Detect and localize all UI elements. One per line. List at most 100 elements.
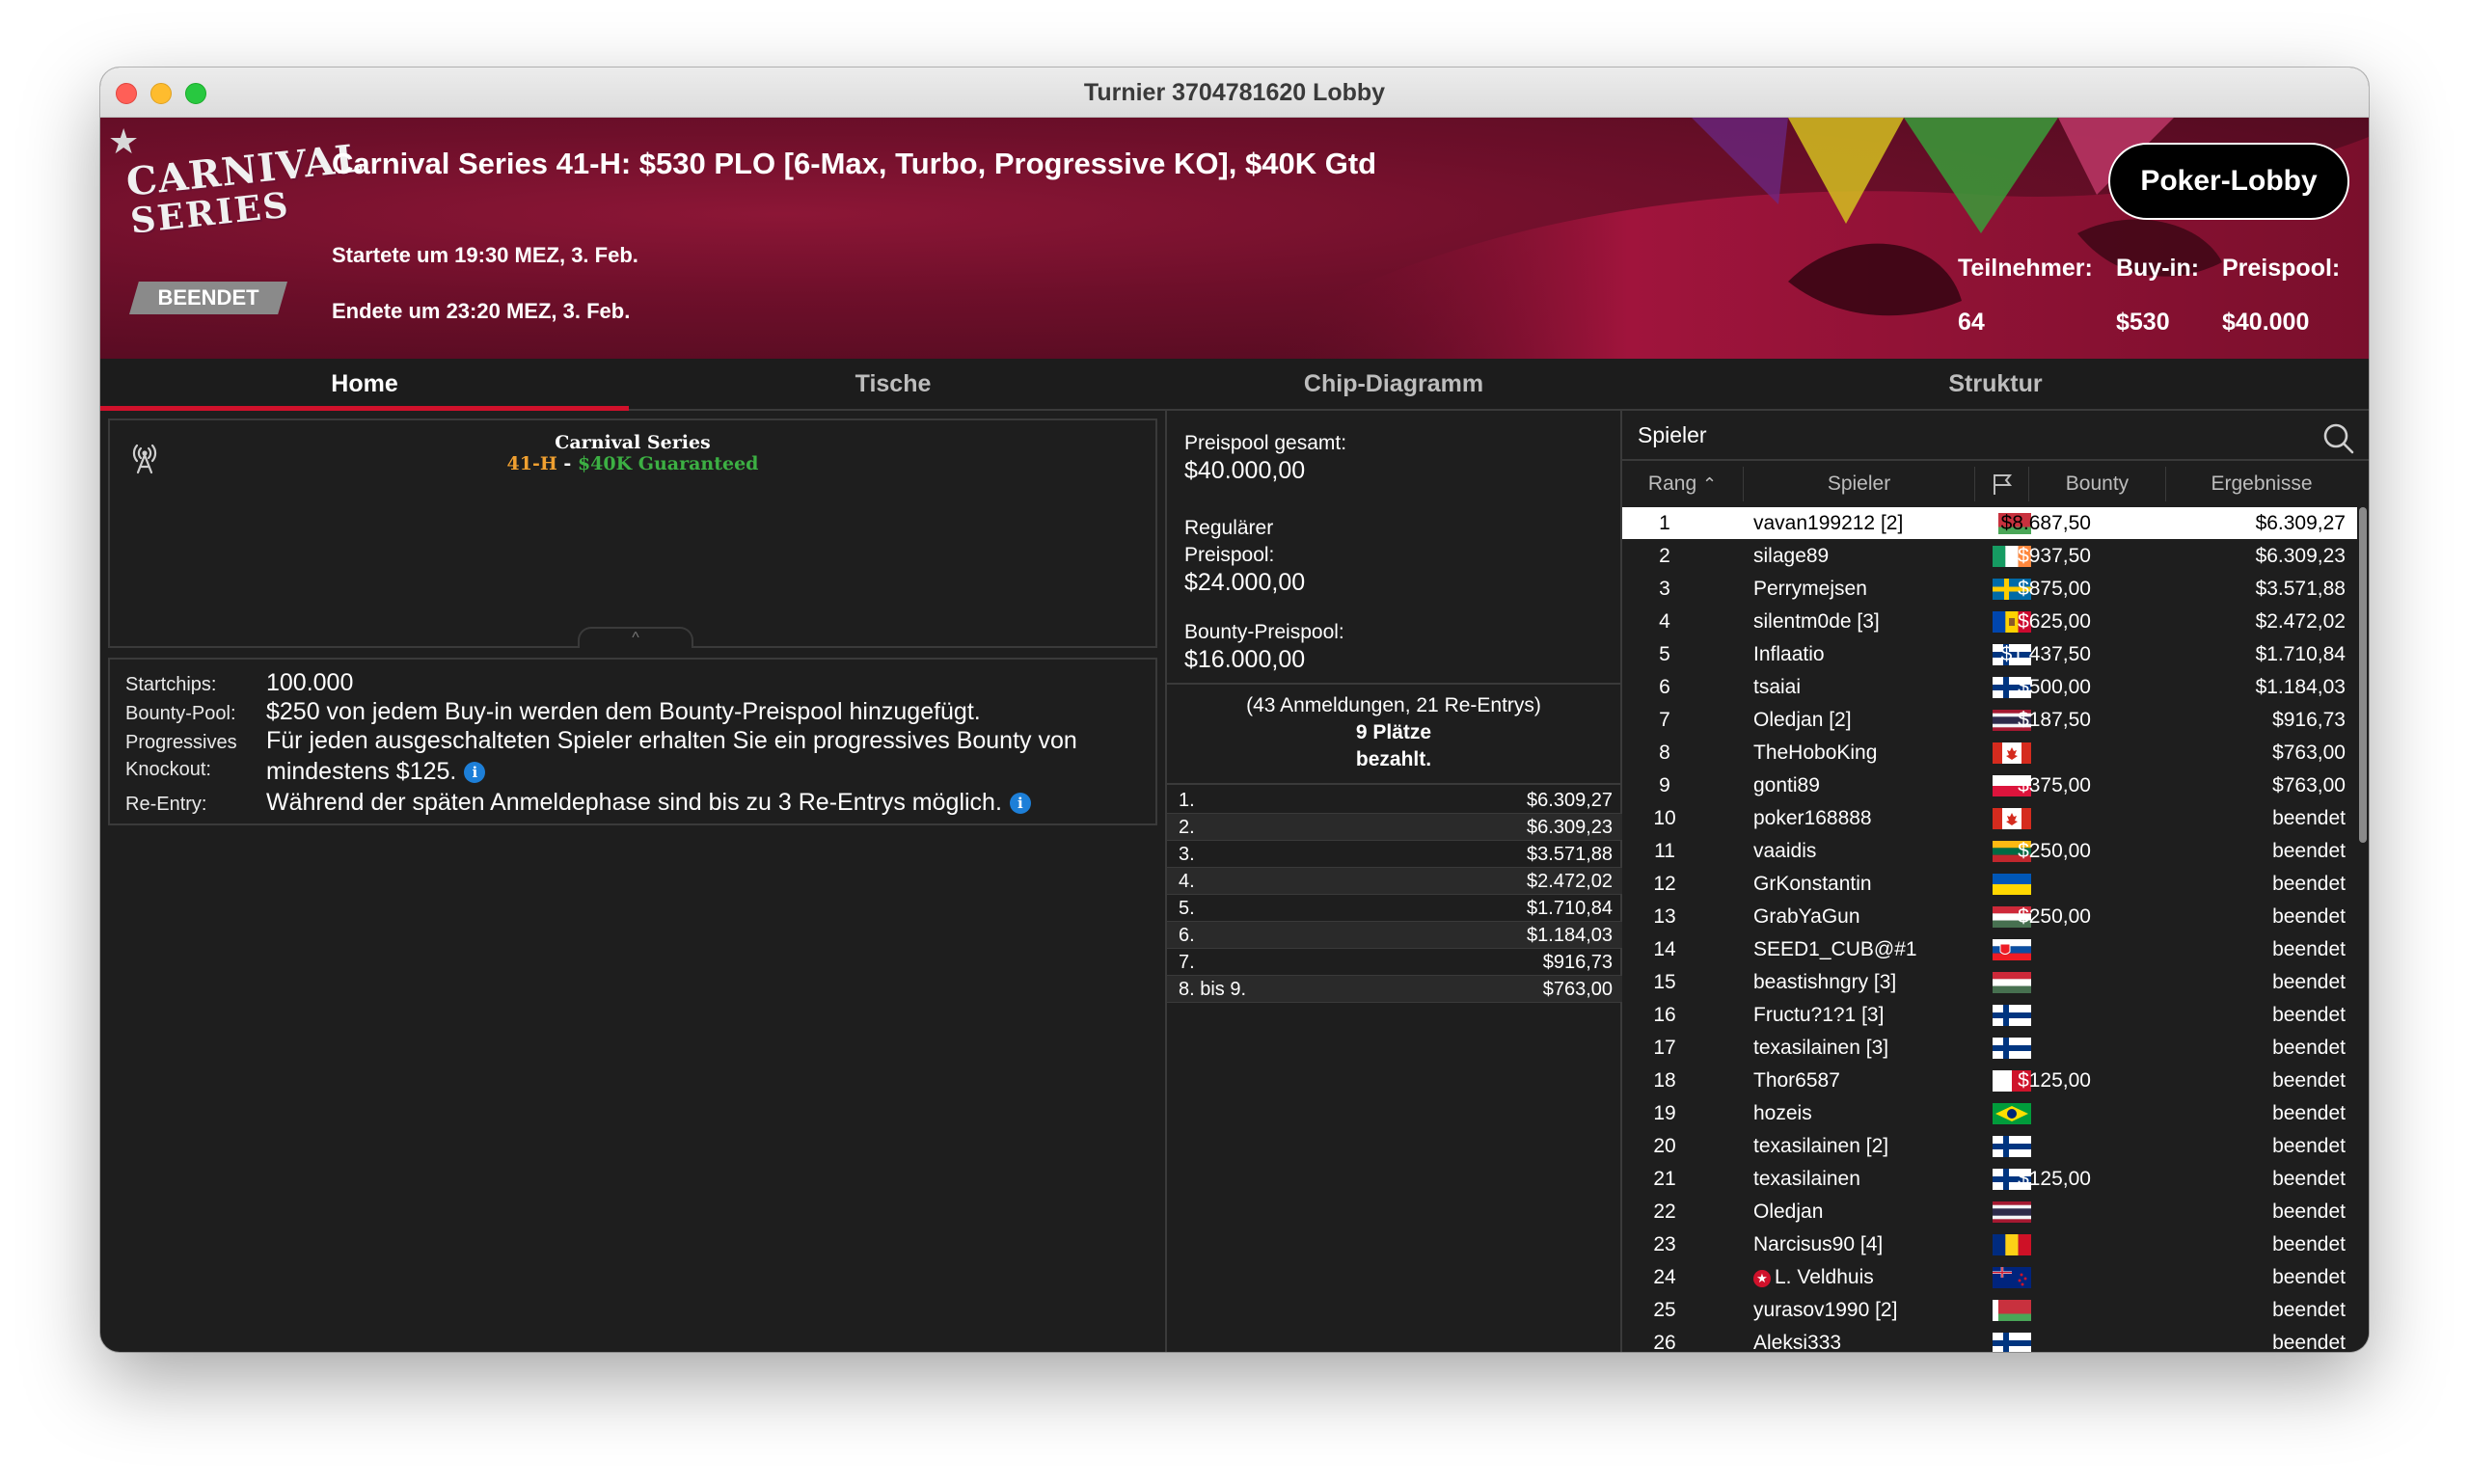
player-result: beendet (2272, 971, 2346, 993)
tab-tables[interactable]: Tische (629, 359, 1157, 411)
players-scrollbar[interactable] (2359, 507, 2367, 843)
player-name-text: poker168888 (1753, 807, 1872, 829)
table-row[interactable]: 2 silage89 $937,50 $6.309,23 (1622, 540, 2357, 572)
tab-home[interactable]: Home (100, 359, 629, 411)
player-rank: 14 (1653, 938, 1676, 960)
player-name: Aleksi333 (1753, 1332, 1841, 1352)
search-icon[interactable] (2322, 422, 2355, 455)
bounty-prizepool-label: Bounty-Preispool: (1184, 621, 1344, 643)
poker-lobby-button[interactable]: Poker-Lobby (2108, 143, 2349, 220)
tournament-header: ★ CARNIVAL SERIES BEENDET Carnival Serie… (100, 118, 2369, 359)
player-name: poker168888 (1753, 807, 1872, 830)
player-name: Oledjan [2] (1753, 709, 1852, 732)
reentry-info-icon[interactable]: i (1009, 793, 1031, 815)
table-row[interactable]: 16 Fructu?1?1 [3] beendet (1622, 999, 2357, 1031)
column-header-rank[interactable]: Rang ⌃ (1622, 467, 1744, 501)
title-bar[interactable]: Turnier 3704781620 Lobby (100, 67, 2369, 118)
player-name-text: Aleksi333 (1753, 1332, 1842, 1352)
table-row[interactable]: 18 Thor6587 $125,00 beendet (1622, 1065, 2357, 1096)
table-row[interactable]: 23 Narcisus90 [4] beendet (1622, 1228, 2357, 1260)
table-row[interactable]: 12 GrKonstantin beendet (1622, 868, 2357, 900)
table-row[interactable]: 9 gonti89 $375,00 $763,00 (1622, 769, 2357, 801)
romania-flag-icon (1993, 1234, 2031, 1255)
column-header-country[interactable] (1975, 467, 2029, 501)
table-row[interactable]: 14 SEED1_CUB@#1 beendet (1622, 933, 2357, 965)
player-result: beendet (2272, 1266, 2346, 1288)
favorite-star-icon[interactable]: ★ (108, 121, 139, 162)
player-rank: 25 (1653, 1299, 1676, 1321)
home-banner-subtitle: 41-H - $40K Guaranteed (110, 453, 1155, 474)
table-row[interactable]: 17 texasilainen [3] beendet (1622, 1032, 2357, 1064)
player-name-text: beastishngry [3] (1753, 971, 1897, 993)
tab-structure[interactable]: Struktur (1622, 359, 2369, 411)
table-row[interactable]: 8 TheHoboKing $763,00 (1622, 737, 2357, 769)
player-name: tsaiai (1753, 676, 1801, 699)
player-name-text: tsaiai (1753, 676, 1802, 698)
column-header-bounty[interactable]: Bounty (2029, 467, 2166, 501)
payout-amount: $6.309,27 (1527, 790, 1613, 811)
buyin-label: Buy-in: (2116, 255, 2200, 282)
player-name: Oledjan (1753, 1201, 1823, 1224)
player-name-text: texasilainen (1753, 1168, 1860, 1190)
player-name: GrKonstantin (1753, 873, 1872, 896)
payout-row: 6. $1.184,03 (1167, 922, 1622, 949)
payout-row: 8. bis 9. $763,00 (1167, 976, 1622, 1003)
player-rank: 23 (1653, 1233, 1676, 1255)
table-row[interactable]: 21 texasilainen $125,00 beendet (1622, 1163, 2357, 1195)
table-row[interactable]: 15 beastishngry [3] beendet (1622, 966, 2357, 998)
buyin-value: $530 (2116, 309, 2170, 336)
registrations-info: (43 Anmeldungen, 21 Re-Entrys) (1246, 694, 1541, 716)
table-row[interactable]: 26 Aleksi333 beendet (1622, 1327, 2357, 1352)
table-row[interactable]: 20 texasilainen [2] beendet (1622, 1130, 2357, 1162)
player-name: vaaidis (1753, 840, 1816, 863)
participants-label: Teilnehmer: (1958, 255, 2093, 282)
column-header-player[interactable]: Spieler (1744, 467, 1975, 501)
table-row[interactable]: 25 yurasov1990 [2] beendet (1622, 1294, 2357, 1326)
player-bounty: $250,00 (2018, 840, 2091, 862)
startchips-value: 100.000 (266, 669, 354, 696)
table-row[interactable]: 13 GrabYaGun $250,00 beendet (1622, 901, 2357, 932)
payout-amount: $916,73 (1542, 952, 1613, 973)
table-row[interactable]: 1 vavan199212 [2] $8.687,50 $6.309,27 (1622, 507, 2357, 539)
table-row[interactable]: 11 vaaidis $250,00 beendet (1622, 835, 2357, 867)
table-row[interactable]: 6 tsaiai $500,00 $1.184,03 (1622, 671, 2357, 703)
player-rank: 6 (1659, 676, 1670, 698)
sort-ascending-icon: ⌃ (1701, 474, 1718, 494)
divider (1167, 783, 1620, 785)
player-rank: 21 (1653, 1168, 1676, 1190)
table-row[interactable]: 7 Oledjan [2] $187,50 $916,73 (1622, 704, 2357, 736)
player-name: GrabYaGun (1753, 905, 1860, 929)
column-header-results[interactable]: Ergebnisse (2166, 467, 2357, 501)
player-name: ★ L. Veldhuis (1753, 1266, 1874, 1289)
player-result: beendet (2272, 1102, 2346, 1124)
player-name-text: SEED1_CUB@#1 (1753, 938, 1917, 960)
table-row[interactable]: 22 Oledjan beendet (1622, 1196, 2357, 1228)
places-paid-1: 9 Plätze (1355, 721, 1432, 743)
regular-prizepool-label-2: Preispool: (1184, 544, 1275, 566)
player-bounty: $937,50 (2018, 545, 2091, 567)
player-rank: 7 (1659, 709, 1670, 731)
player-result: beendet (2272, 840, 2346, 862)
player-bounty: $875,00 (2018, 578, 2091, 600)
player-name-text: vaaidis (1753, 840, 1817, 862)
player-bounty: $375,00 (2018, 774, 2091, 796)
prizepool-panel: Preispool gesamt: $40.000,00 Regulärer P… (1165, 411, 1622, 1352)
player-result: $6.309,23 (2255, 545, 2346, 567)
player-result: beendet (2272, 1332, 2346, 1352)
table-row[interactable]: 19 hozeis beendet (1622, 1097, 2357, 1129)
table-row[interactable]: 3 Perrymejsen $875,00 $3.571,88 (1622, 573, 2357, 605)
collapse-chevron-icon[interactable]: ^ (578, 627, 693, 648)
table-row[interactable]: 10 poker168888 beendet (1622, 802, 2357, 834)
finland-flag-icon (1993, 1005, 2031, 1026)
players-title: Spieler (1638, 422, 1707, 447)
player-bounty: $187,50 (2018, 709, 2091, 731)
player-name-text: Oledjan [2] (1753, 709, 1852, 731)
player-rank: 17 (1653, 1037, 1676, 1059)
home-banner-title: Carnival Series (555, 432, 711, 453)
table-row[interactable]: 24 ★ L. Veldhuis beendet (1622, 1261, 2357, 1293)
pko-info-icon[interactable]: i (464, 762, 486, 784)
tab-chip-chart[interactable]: Chip-Diagramm (1165, 359, 1622, 411)
table-row[interactable]: 5 Inflaatio $1.437,50 $1.710,84 (1622, 638, 2357, 670)
table-row[interactable]: 4 silentm0de [3] $625,00 $2.472,02 (1622, 606, 2357, 637)
carnival-series-logo: CARNIVAL SERIES (123, 135, 366, 242)
